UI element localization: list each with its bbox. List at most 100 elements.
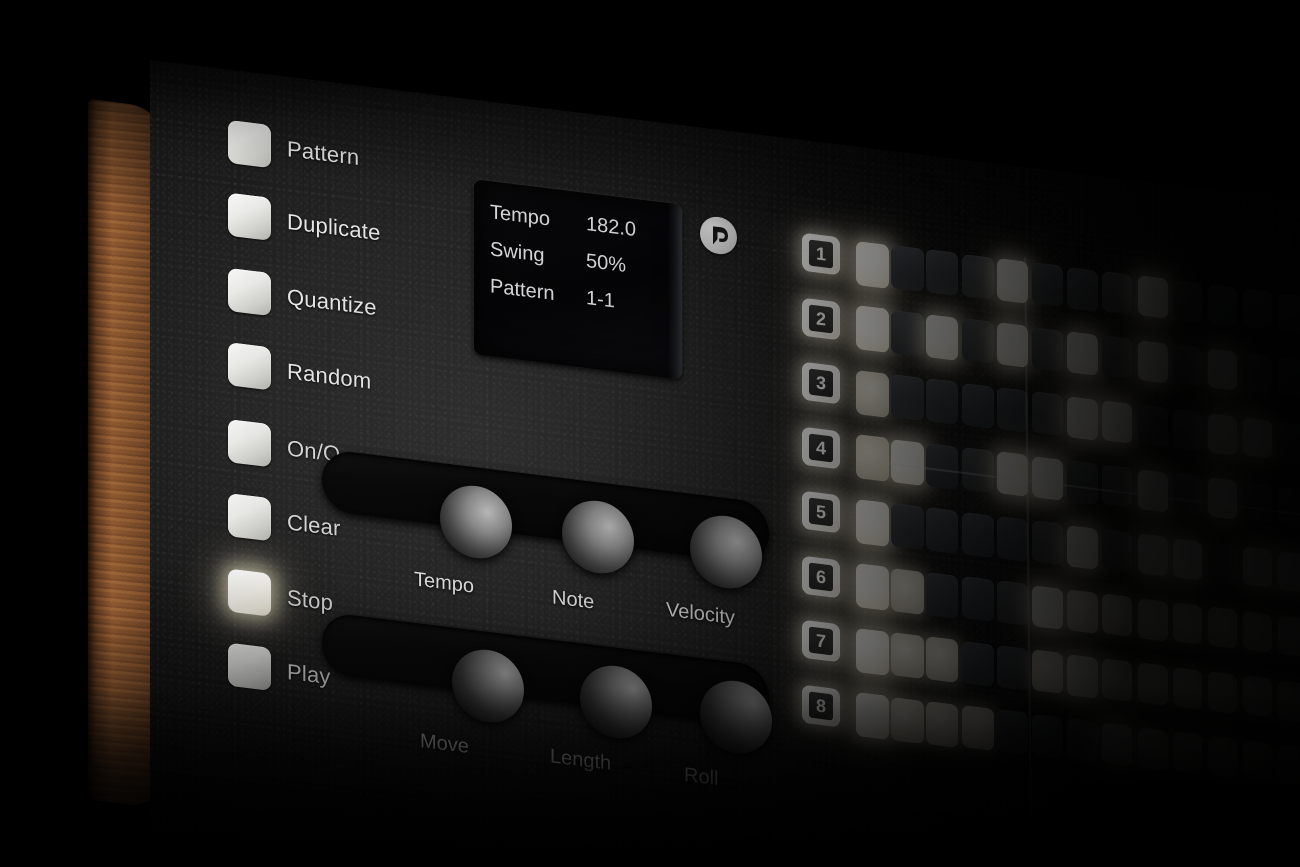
pad-r3-c4[interactable] [961, 382, 994, 429]
pad-r2-c3[interactable] [926, 313, 959, 361]
row-button-7[interactable]: 7 [802, 619, 840, 663]
pad-r3-c3[interactable] [926, 378, 959, 426]
row-button-6[interactable]: 6 [802, 555, 840, 598]
pad-r8-c10[interactable] [1172, 731, 1203, 775]
pad-r5-c3[interactable] [926, 507, 959, 555]
pad-r2-c10[interactable] [1172, 344, 1203, 388]
pad-r1-c8[interactable] [1102, 271, 1133, 316]
pad-r1-c3[interactable] [926, 249, 959, 297]
pad-r4-c1[interactable] [856, 434, 889, 483]
pad-r5-c11[interactable] [1208, 542, 1238, 585]
pad-r1-c6[interactable] [1032, 262, 1064, 308]
pad-r5-c12[interactable] [1243, 546, 1272, 589]
pad-r7-c10[interactable] [1172, 666, 1203, 710]
pad-r8-c8[interactable] [1102, 722, 1133, 767]
pad-r5-c1[interactable] [856, 498, 889, 547]
pad-r4-c6[interactable] [1032, 455, 1064, 502]
pad-r7-c1[interactable] [856, 627, 889, 676]
pad-r7-c13[interactable] [1278, 679, 1300, 721]
pad-r2-c8[interactable] [1102, 335, 1133, 380]
pad-r6-c1[interactable] [856, 563, 889, 612]
pad-r5-c13[interactable] [1278, 550, 1300, 592]
pad-r6-c9[interactable] [1137, 597, 1168, 642]
pad-r8-c13[interactable] [1278, 744, 1300, 786]
pad-r2-c6[interactable] [1032, 326, 1064, 373]
pad-r8-c3[interactable] [926, 700, 959, 748]
row-button-4[interactable]: 4 [802, 426, 840, 469]
pad-r4-c3[interactable] [926, 442, 959, 490]
pad-r7-c8[interactable] [1102, 658, 1133, 703]
pad-r6-c11[interactable] [1208, 606, 1238, 649]
pad-r1-c9[interactable] [1137, 275, 1168, 319]
pad-r7-c12[interactable] [1243, 675, 1272, 718]
pad-r6-c2[interactable] [891, 567, 924, 615]
row-button-2[interactable]: 2 [802, 297, 840, 340]
pad-r2-c9[interactable] [1137, 339, 1168, 384]
pad-r6-c8[interactable] [1102, 593, 1133, 638]
pad-r4-c10[interactable] [1172, 473, 1203, 517]
pad-r2-c5[interactable] [996, 322, 1029, 369]
pad-r5-c4[interactable] [961, 511, 994, 558]
pad-r6-c10[interactable] [1172, 602, 1203, 646]
pad-r1-c12[interactable] [1243, 288, 1272, 331]
pad-r7-c6[interactable] [1032, 649, 1064, 695]
display-screen[interactable]: Tempo 182.0 Swing 50% Pattern 1-1 [474, 179, 682, 380]
pad-r6-c12[interactable] [1243, 610, 1272, 653]
pad-r8-c12[interactable] [1243, 739, 1272, 782]
pad-r5-c6[interactable] [1032, 520, 1064, 566]
pad-r2-c2[interactable] [891, 309, 924, 357]
pad-r4-c4[interactable] [961, 447, 994, 494]
pad-r4-c5[interactable] [996, 451, 1029, 498]
pad-r8-c5[interactable] [996, 709, 1029, 756]
pad-r7-c2[interactable] [891, 631, 924, 680]
function-button-play[interactable] [228, 642, 271, 692]
pad-r7-c7[interactable] [1067, 653, 1098, 699]
pad-r1-c13[interactable] [1278, 292, 1300, 334]
function-button-row-3[interactable]: Quantize [228, 267, 377, 328]
pad-r8-c11[interactable] [1208, 735, 1238, 778]
pad-r4-c9[interactable] [1137, 468, 1168, 513]
pad-r5-c2[interactable] [891, 502, 924, 551]
pad-r3-c12[interactable] [1243, 417, 1272, 460]
pad-r1-c2[interactable] [891, 244, 924, 293]
function-button-random[interactable] [228, 342, 271, 391]
pad-r4-c11[interactable] [1208, 477, 1238, 520]
row-button-3[interactable]: 3 [802, 361, 840, 405]
pad-r1-c11[interactable] [1208, 284, 1238, 327]
function-button-row-8[interactable]: Play [228, 642, 331, 699]
pad-r7-c5[interactable] [996, 645, 1029, 691]
pad-r4-c8[interactable] [1102, 464, 1133, 509]
function-button-row-7[interactable]: Stop [228, 568, 333, 624]
pad-r4-c13[interactable] [1278, 486, 1300, 528]
pad-r8-c9[interactable] [1137, 726, 1168, 771]
function-button-ono[interactable] [228, 418, 271, 467]
pad-r4-c12[interactable] [1243, 481, 1272, 524]
pad-r2-c1[interactable] [856, 305, 889, 354]
pad-r8-c4[interactable] [961, 705, 994, 752]
pad-r3-c7[interactable] [1067, 395, 1098, 441]
pad-r6-c7[interactable] [1067, 589, 1098, 634]
pad-r7-c9[interactable] [1137, 662, 1168, 706]
pad-r6-c6[interactable] [1032, 584, 1064, 631]
function-button-row-6[interactable]: Clear [228, 493, 341, 550]
function-button-duplicate[interactable] [228, 192, 271, 241]
pad-r6-c5[interactable] [996, 580, 1029, 627]
pad-r6-c4[interactable] [961, 576, 994, 623]
pad-r3-c2[interactable] [891, 373, 924, 422]
pad-r2-c12[interactable] [1243, 352, 1272, 395]
function-button-row-4[interactable]: Random [228, 342, 371, 403]
pad-r8-c7[interactable] [1067, 718, 1098, 763]
pad-r5-c10[interactable] [1172, 537, 1203, 581]
pad-r3-c10[interactable] [1172, 408, 1203, 452]
pad-r8-c1[interactable] [856, 692, 889, 741]
pad-r7-c4[interactable] [961, 640, 994, 687]
pad-r2-c4[interactable] [961, 318, 994, 365]
pad-r8-c6[interactable] [1032, 713, 1064, 760]
pad-r3-c1[interactable] [856, 369, 889, 418]
pad-r1-c7[interactable] [1067, 266, 1098, 312]
pad-r1-c1[interactable] [856, 240, 889, 289]
pad-r3-c6[interactable] [1032, 391, 1064, 437]
pad-r6-c3[interactable] [926, 571, 959, 619]
pad-r4-c2[interactable] [891, 438, 924, 486]
pad-r3-c9[interactable] [1137, 404, 1168, 448]
